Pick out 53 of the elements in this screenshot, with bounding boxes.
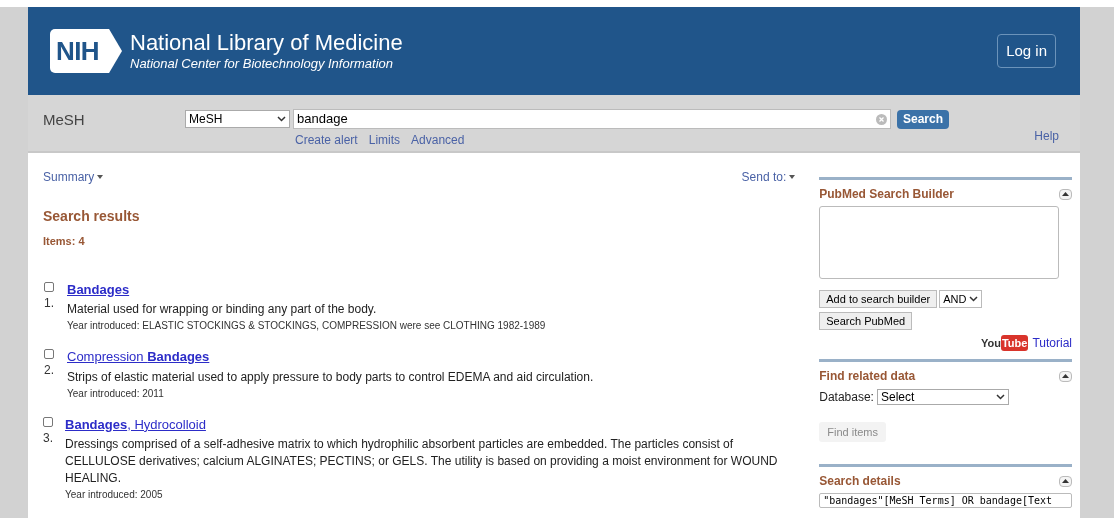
send-to-dropdown[interactable]: Send to: — [741, 168, 796, 186]
results-heading: Search results — [43, 207, 141, 226]
caret-down-icon — [789, 175, 796, 179]
database-label: Database: — [819, 389, 874, 406]
operator-select[interactable]: AND — [939, 290, 983, 308]
year-introduced: Year introduced: ELASTIC STOCKINGS & STOCKINGS, COMPRESSION were see CLOTHING 1982-1989 — [67, 319, 546, 333]
result-checkbox[interactable] — [44, 349, 54, 359]
login-button[interactable]: Log in — [997, 33, 1056, 69]
items-count: Items: 4 — [43, 234, 86, 249]
search-link[interactable]: Limits — [368, 131, 401, 149]
result-title-link[interactable]: Compression Bandages — [67, 347, 594, 367]
result-checkbox[interactable] — [44, 281, 54, 292]
result-number: 1. — [44, 294, 54, 312]
search-link[interactable]: Advanced — [411, 131, 465, 149]
year-introduced: Year introduced: 2005 — [65, 488, 164, 502]
video-logo: YouTube — [981, 334, 1029, 352]
database-label: MeSH — [43, 110, 86, 130]
section-title: PubMed Search Builder — [819, 186, 954, 203]
caret-down-icon — [97, 175, 104, 179]
result-description: Material used for wrapping or binding any part of the body. — [67, 301, 378, 318]
result-checkbox[interactable] — [43, 416, 53, 427]
year-introduced: Year introduced: 2011 — [67, 386, 165, 401]
chevron-down-icon — [995, 394, 1005, 400]
collapse-button[interactable] — [1059, 475, 1072, 487]
result-description: Strips of elastic material used to apply pressure to body parts to control EDEMA and aid circulation. — [67, 368, 594, 386]
nih-logo: NIH — [50, 29, 122, 73]
collapse-button[interactable] — [1059, 370, 1072, 382]
caret-up-icon — [1062, 374, 1069, 378]
search-details-field[interactable]: "bandages"[MeSH Terms] OR bandage[Text — [819, 493, 1072, 508]
search-field[interactable]: bandage — [293, 109, 891, 129]
section-title: Find related data — [819, 368, 916, 385]
site-title: National Library of Medicine — [130, 30, 403, 56]
caret-up-icon — [1062, 192, 1069, 196]
search-pubmed-button[interactable]: Search PubMed — [819, 312, 913, 330]
result-title-link[interactable]: Bandages, Hydrocolloid — [65, 414, 800, 434]
collapse-button[interactable] — [1059, 188, 1072, 200]
help-link[interactable]: Help — [1034, 127, 1059, 145]
result-number: 3. — [43, 429, 53, 447]
database-select[interactable]: Select — [876, 389, 1009, 405]
result-number: 2. — [44, 362, 54, 379]
chevron-down-icon — [969, 296, 979, 302]
search-button[interactable]: Search — [897, 109, 950, 129]
search-link[interactable]: Create alert — [295, 131, 358, 149]
database-select[interactable]: MeSH — [185, 110, 290, 128]
result-title-link[interactable]: Bandages — [67, 279, 546, 299]
caret-up-icon — [1062, 479, 1069, 483]
result-description: Dressings comprised of a self-adhesive matrix to which hydrophilic absorbent particles are embedded. The particles consist of CELLULOSE derivatives; calcium ALGINATES; PECTINS; or GELS. The utility is based on providing a moist environment for WOUND HEALING. — [65, 436, 779, 487]
chevron-down-icon — [277, 116, 286, 122]
section-title: Search details — [819, 473, 901, 490]
site-subtitle: National Center for Biotechnology Information — [130, 56, 395, 72]
tutorial-link[interactable]: Tutorial — [1032, 334, 1072, 352]
summary-dropdown[interactable]: Summary — [43, 168, 104, 186]
add-to-builder-button[interactable]: Add to search builder — [819, 290, 938, 308]
